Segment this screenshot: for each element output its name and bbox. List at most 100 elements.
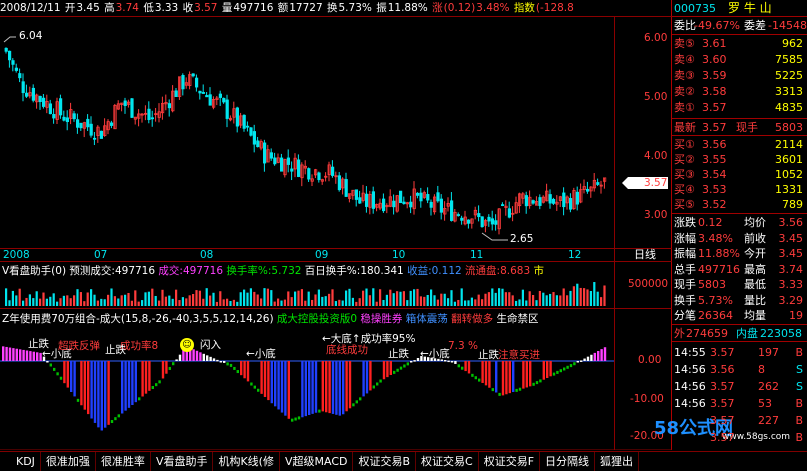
indicator-dot [559, 369, 562, 373]
indicator-bar [161, 361, 165, 379]
volume-bar [416, 288, 419, 306]
candle-body [205, 95, 209, 98]
price-tick: 3.00 [644, 209, 668, 221]
indicator-dot [291, 418, 294, 422]
indicator-tab[interactable]: 狐狸出 [595, 452, 640, 471]
volume-bar [253, 291, 256, 306]
indicator-dot [359, 397, 362, 401]
volume-bar [188, 295, 191, 306]
indicator-tab[interactable]: 很准加强 [41, 452, 96, 471]
volume-bar [535, 300, 538, 306]
indicator-bar [338, 361, 341, 416]
volume-bar [538, 290, 541, 306]
indicator-dot [539, 379, 542, 383]
candle-body [575, 191, 580, 205]
indicator-tab[interactable]: V看盘助手 [151, 452, 214, 471]
indicator-bar [597, 351, 600, 361]
volume-bar [304, 300, 307, 306]
high-marker-line [3, 36, 16, 43]
indicator-tab[interactable]: KDJ [0, 452, 41, 471]
volume-bar [515, 300, 518, 306]
tick-side: B [795, 397, 803, 410]
indicator-bar [600, 349, 603, 361]
indicator-tab[interactable]: 很准胜率 [96, 452, 151, 471]
indicator-tab[interactable]: 权证交易C [416, 452, 479, 471]
indicator-tab[interactable]: 权证交易F [479, 452, 541, 471]
volume-bar [345, 290, 348, 306]
candles [4, 47, 607, 235]
tick-side: S [796, 380, 803, 393]
volume-bar [419, 296, 422, 306]
tick-price: 3.57 [710, 414, 735, 427]
volume-bar [158, 300, 161, 306]
indicator-tab[interactable]: 机构K线(修 [213, 452, 280, 471]
indicator-tab[interactable]: 权证交易B [353, 452, 417, 471]
volume-bar [460, 288, 463, 306]
indicator-bar [202, 353, 205, 361]
indicator-tab[interactable]: 日分隔线 [540, 452, 596, 471]
volume-bar [25, 297, 28, 306]
volume-bar [430, 289, 433, 306]
indicator-bar [195, 350, 199, 361]
volume-bar [52, 293, 55, 306]
candle-body [242, 114, 246, 129]
candle-body [93, 137, 97, 140]
indicator-header: Z年使用费70万组合-成大(15,8,-26,-40,3,5,5,12,14,2… [2, 311, 538, 326]
forecast-value: 497716 [114, 265, 156, 277]
bid-label: 买④ [674, 183, 695, 196]
volume-bar [39, 298, 42, 306]
indicator-bar [165, 361, 168, 374]
indicator-bar [386, 361, 389, 378]
bid-volume: 2114 [775, 138, 803, 151]
main-chart[interactable]: 2008/12/11 开3.45 高3.74 低3.33 收3.57 量4977… [0, 0, 672, 450]
volume-bar [402, 291, 405, 306]
volume-bar [232, 299, 235, 306]
indicator-bar [481, 361, 484, 383]
indicator-tab[interactable]: V超级MACD [280, 452, 354, 471]
volume-bar [73, 295, 76, 306]
indicator-bar [416, 358, 420, 361]
volume-bar [464, 300, 467, 306]
bid-label: 买③ [674, 168, 695, 181]
stat-row: 换手 5.73% 量比 3.29 [672, 293, 807, 308]
volume-bar [511, 295, 514, 306]
indicator-dot [491, 388, 494, 392]
candle-body [31, 87, 36, 101]
tick-side: S [796, 363, 803, 376]
tick-row: 3.57 227 B [672, 413, 807, 428]
volume-bar [579, 287, 582, 306]
volume-bar [219, 291, 222, 306]
candle-body [76, 119, 80, 128]
volume-bar [542, 292, 545, 306]
volume-bar [385, 294, 388, 306]
volume-bar [28, 294, 31, 306]
bid-price: 3.56 [702, 138, 727, 151]
indicator-dot [372, 385, 375, 389]
divider [672, 16, 807, 17]
volume-bar [555, 295, 558, 306]
vol-indicator-name: V看盘助手(0) [2, 265, 67, 277]
candle-body [409, 201, 413, 208]
volume-bar [144, 292, 147, 306]
bid-volume: 1331 [775, 183, 803, 196]
indicator-dot [376, 382, 379, 386]
indicator-bar [331, 361, 335, 414]
stat-value: 497716 [698, 262, 740, 276]
indicator-dot [573, 362, 576, 366]
chart-canvas[interactable] [0, 0, 672, 450]
stat-row: 分笔 26364 均量 19 [672, 308, 807, 323]
candle-body [4, 47, 8, 52]
volume-bar [181, 297, 184, 306]
candle-body [426, 194, 430, 201]
tick-price: 3.57 [710, 380, 735, 393]
quote-title-row: 000735 罗 牛 山 [672, 1, 807, 16]
period-button[interactable]: 日线 [634, 249, 656, 261]
now-label: 现手 [736, 121, 758, 134]
indicator-bar [19, 349, 22, 361]
indicator-bar [22, 349, 25, 361]
tick-price: 3.56 [710, 363, 735, 376]
volume-bar [596, 291, 599, 306]
volume-bar [32, 298, 35, 306]
indicator-dot [236, 370, 239, 374]
indicator-label-2: 稳操胜券 [360, 313, 403, 325]
